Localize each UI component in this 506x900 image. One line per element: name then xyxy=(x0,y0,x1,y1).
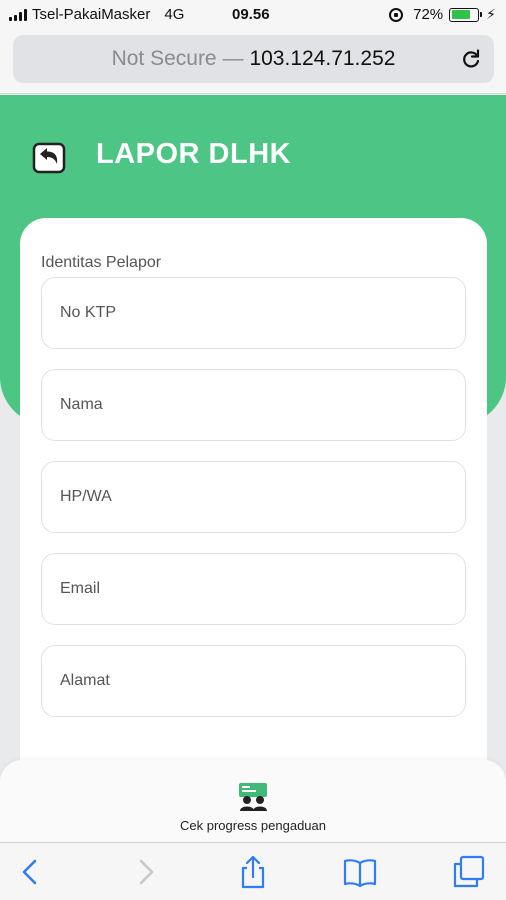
forward-icon[interactable] xyxy=(128,855,162,889)
name-field[interactable] xyxy=(41,369,466,441)
status-left: Tsel-PakaiMasker 4G xyxy=(9,6,184,23)
status-time: 09.56 xyxy=(232,6,270,23)
address-field[interactable] xyxy=(41,645,466,717)
carrier-name: Tsel-PakaiMasker xyxy=(32,6,151,23)
email-field[interactable] xyxy=(41,553,466,625)
back-icon[interactable] xyxy=(14,855,48,889)
security-label: Not Secure — xyxy=(111,47,244,70)
rotation-lock-icon xyxy=(389,7,404,22)
url-host: 103.124.71.252 xyxy=(249,47,396,70)
charging-icon: ⚡ xyxy=(486,6,496,22)
battery-percent: 72% xyxy=(413,6,444,23)
bottom-nav: Cek progress pengaduan xyxy=(0,760,506,842)
tabs-icon[interactable] xyxy=(452,855,486,889)
signal-icon xyxy=(9,8,27,21)
reload-icon[interactable] xyxy=(459,47,483,71)
share-icon[interactable] xyxy=(236,855,270,889)
browser-address-area: Not Secure — 103.124.71.252 xyxy=(0,30,506,94)
ktp-number-field[interactable] xyxy=(41,277,466,349)
people-board-icon[interactable] xyxy=(236,782,270,812)
phone-field[interactable] xyxy=(41,461,466,533)
page-title: LAPOR DLHK xyxy=(96,138,292,170)
progress-label[interactable]: Cek progress pengaduan xyxy=(0,818,506,833)
status-right: 72% ⚡ xyxy=(389,6,496,23)
address-bar[interactable]: Not Secure — 103.124.71.252 xyxy=(13,35,494,83)
battery-icon xyxy=(449,7,483,22)
network-type: 4G xyxy=(164,6,185,23)
back-arrow-icon[interactable] xyxy=(30,138,68,176)
bookmarks-icon[interactable] xyxy=(343,855,377,889)
report-form-card: Identitas Pelapor xyxy=(20,218,487,838)
section-label: Identitas Pelapor xyxy=(41,254,162,271)
status-bar: Tsel-PakaiMasker 4G 09.56 72% ⚡ xyxy=(0,0,506,30)
browser-toolbar xyxy=(0,842,506,900)
